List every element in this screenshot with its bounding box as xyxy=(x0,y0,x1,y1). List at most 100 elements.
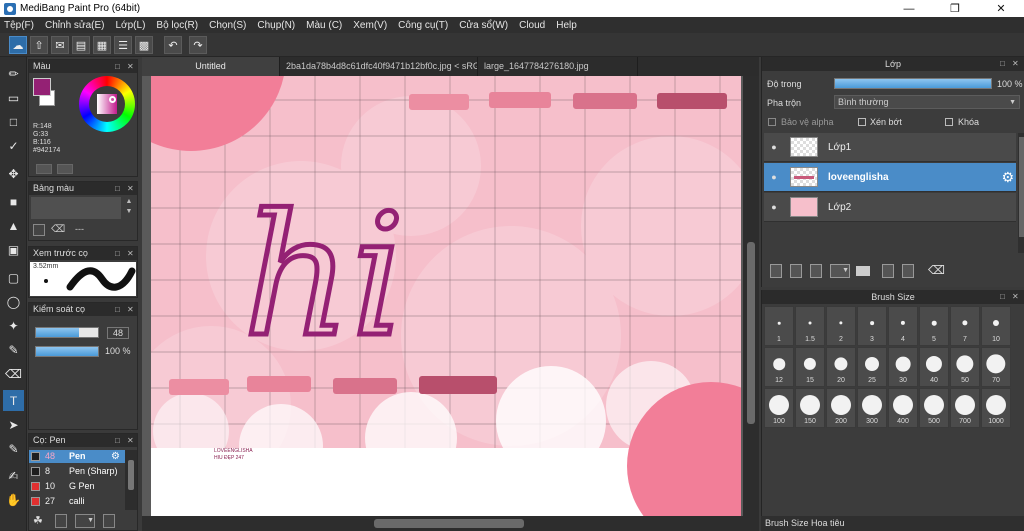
brush-size-option[interactable]: 7 xyxy=(950,306,980,346)
brush-list-scroll-thumb[interactable] xyxy=(128,460,134,490)
menu-snap[interactable]: Chụp(N) xyxy=(257,20,295,31)
panel-close-icon[interactable]: ✕ xyxy=(127,303,134,316)
menu-file[interactable]: Tệp(F) xyxy=(4,20,34,31)
brush-size-option[interactable]: 700 xyxy=(950,388,980,428)
clipping-checkbox[interactable] xyxy=(858,118,866,126)
panel-float-icon[interactable]: □ xyxy=(115,247,120,260)
brush-size-option[interactable]: 30 xyxy=(888,347,918,387)
folder-icon[interactable] xyxy=(856,266,870,276)
panel-close-icon[interactable]: ✕ xyxy=(127,182,134,195)
eyedropper-tool-icon[interactable]: ✎ xyxy=(3,438,24,459)
panel-float-icon[interactable]: □ xyxy=(115,303,120,316)
visibility-icon[interactable]: ● xyxy=(764,202,784,212)
brush-size-option[interactable]: 2 xyxy=(826,306,856,346)
panel-close-icon[interactable]: ✕ xyxy=(127,434,134,447)
brush-settings-icon[interactable] xyxy=(103,514,115,528)
panel-float-icon[interactable]: □ xyxy=(1000,290,1005,304)
brush-size-option[interactable]: 3 xyxy=(857,306,887,346)
merge-layer-icon[interactable] xyxy=(902,264,914,278)
palette-scroll[interactable]: ▲ ▼ xyxy=(124,197,134,219)
tab-document-3[interactable]: large_1647784276180.jpg xyxy=(478,57,638,76)
menu-layer[interactable]: Lớp(L) xyxy=(116,20,146,31)
visibility-icon[interactable]: ● xyxy=(764,172,784,182)
duplicate-layer-icon[interactable] xyxy=(882,264,894,278)
tab-navigator[interactable]: Hoa tiêu xyxy=(811,518,845,528)
brush-list-item[interactable]: 48 Pen ⚙ xyxy=(29,450,125,463)
panel-float-icon[interactable]: □ xyxy=(115,182,120,195)
brush-tool-icon[interactable]: ✏ xyxy=(3,63,24,84)
brush-size-option[interactable]: 70 xyxy=(981,347,1011,387)
brush-size-option[interactable]: 1000 xyxy=(981,388,1011,428)
rectangle-tool-icon[interactable]: □ xyxy=(3,111,24,132)
lasso-tool-icon[interactable]: ◯ xyxy=(3,291,24,312)
panel-float-icon[interactable]: □ xyxy=(115,60,120,73)
brush-size-option[interactable]: 500 xyxy=(919,388,949,428)
new-layer-1bit-icon[interactable] xyxy=(810,264,822,278)
brush-menu-icon[interactable]: ▼ xyxy=(75,514,95,528)
brush-list-item[interactable]: 10 G Pen xyxy=(29,480,125,493)
brush-size-option[interactable]: 10 xyxy=(981,306,1011,346)
menu-select[interactable]: Chọn(S) xyxy=(209,20,246,31)
color-mode-button-2[interactable] xyxy=(57,164,73,174)
cloud-icon[interactable]: ☁ xyxy=(9,36,27,54)
list-icon[interactable]: ☰ xyxy=(114,36,132,54)
palette-area[interactable] xyxy=(31,197,121,219)
undo-icon[interactable]: ↶ xyxy=(164,36,182,54)
divide-tool-icon[interactable]: ✍ xyxy=(3,465,24,486)
doc-icon[interactable]: ▤ xyxy=(72,36,90,54)
brush-new-icon[interactable] xyxy=(55,514,67,528)
brush-size-slider[interactable] xyxy=(35,327,99,338)
redo-icon[interactable]: ↷ xyxy=(189,36,207,54)
fill-rect-tool-icon[interactable]: ■ xyxy=(3,191,24,212)
brush-size-option[interactable]: 1.5 xyxy=(795,306,825,346)
primary-color-swatch[interactable] xyxy=(33,78,51,96)
tab-brush-size[interactable]: Brush Size xyxy=(765,518,809,528)
brush-list-item[interactable]: 27 calli xyxy=(29,495,125,508)
brush-size-option[interactable]: 4 xyxy=(888,306,918,346)
tab-document-2[interactable]: 2ba1da78b4d8c61dfc40f9471b12bf0c.jpg < s… xyxy=(280,57,478,76)
gradient-tool-icon[interactable]: ▣ xyxy=(3,239,24,260)
share-icon[interactable]: ⇧ xyxy=(30,36,48,54)
brush-size-option[interactable]: 15 xyxy=(795,347,825,387)
menu-view[interactable]: Xem(V) xyxy=(353,20,387,31)
new-layer-icon[interactable] xyxy=(770,264,782,278)
new-layer-8bit-icon[interactable] xyxy=(790,264,802,278)
page-icon[interactable]: ▦ xyxy=(93,36,111,54)
operation-tool-icon[interactable]: ➤ xyxy=(3,414,24,435)
brush-size-option[interactable]: 5 xyxy=(919,306,949,346)
layer-row-lop2[interactable]: ● Lớp2 xyxy=(764,193,1016,222)
text-tool-icon[interactable]: T xyxy=(3,390,24,411)
panel-close-icon[interactable]: ✕ xyxy=(1012,57,1019,71)
blend-mode-select[interactable]: Bình thường ▼ xyxy=(834,95,1020,109)
line-tool-icon[interactable]: ✓ xyxy=(3,135,24,156)
select-rect-tool-icon[interactable]: ▢ xyxy=(3,267,24,288)
layer-row-loveenglisha[interactable]: ● loveenglisha ⚙ xyxy=(764,163,1016,192)
eraser-tool-icon[interactable]: ▭ xyxy=(3,87,24,108)
panel-close-icon[interactable]: ✕ xyxy=(127,60,134,73)
panel-float-icon[interactable]: □ xyxy=(1000,57,1005,71)
menu-color[interactable]: Màu (C) xyxy=(306,20,342,31)
brush-add-icon[interactable]: ☘ xyxy=(33,514,47,528)
bucket-tool-icon[interactable]: ▲ xyxy=(3,215,24,236)
gear-icon[interactable]: ⚙ xyxy=(111,450,120,463)
alpha-protect-checkbox[interactable] xyxy=(768,118,776,126)
visibility-icon[interactable]: ● xyxy=(764,142,784,152)
select-pen-icon[interactable]: ✎ xyxy=(3,339,24,360)
maximize-button[interactable]: ❐ xyxy=(932,0,978,17)
grid-icon[interactable]: ▩ xyxy=(135,36,153,54)
layer-scroll-thumb[interactable] xyxy=(1019,137,1024,237)
minimize-button[interactable]: — xyxy=(886,0,932,17)
brush-opacity-slider[interactable] xyxy=(35,346,99,357)
layer-opacity-slider[interactable] xyxy=(834,78,992,89)
brush-size-option[interactable]: 40 xyxy=(919,347,949,387)
brush-size-option[interactable]: 25 xyxy=(857,347,887,387)
comment-icon[interactable]: ✉ xyxy=(51,36,69,54)
brush-size-option[interactable]: 300 xyxy=(857,388,887,428)
magic-wand-icon[interactable]: ✦ xyxy=(3,315,24,336)
lock-checkbox[interactable] xyxy=(945,118,953,126)
brush-size-option[interactable]: 200 xyxy=(826,388,856,428)
panel-close-icon[interactable]: ✕ xyxy=(127,247,134,260)
palette-add-icon[interactable] xyxy=(33,224,45,236)
brush-list-item[interactable]: 8 Pen (Sharp) xyxy=(29,465,125,478)
menu-tools[interactable]: Công cụ(T) xyxy=(398,20,448,31)
